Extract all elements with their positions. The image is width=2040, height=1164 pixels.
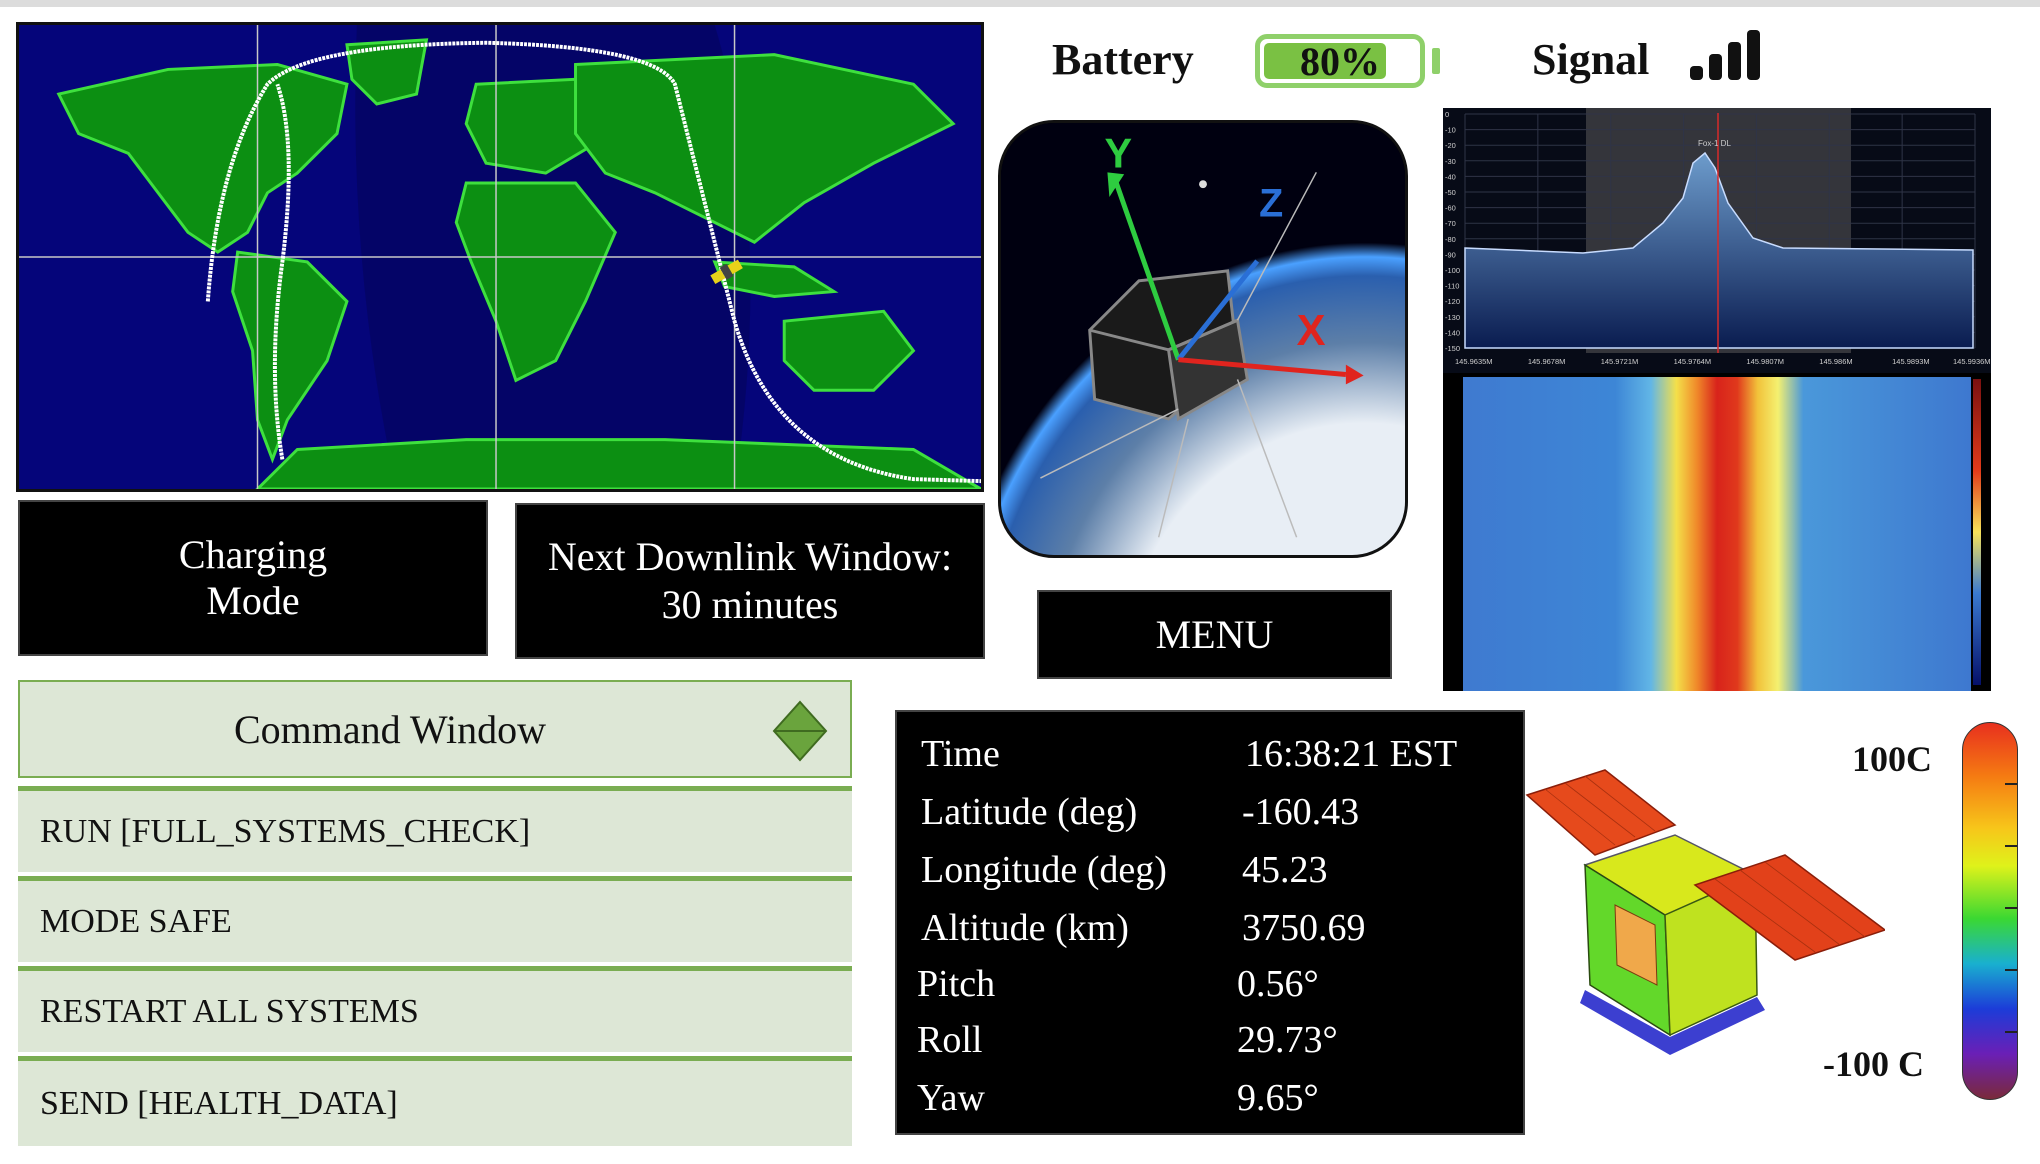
spectrum-x-tick: 145.9893M <box>1892 357 1930 366</box>
thermal-min-label: -100 C <box>1823 1044 1924 1084</box>
signal-bar <box>1709 54 1722 80</box>
axis-y-label: Y <box>1104 130 1132 176</box>
spectrum-x-tick: 145.9764M <box>1674 357 1712 366</box>
cubesat-attitude-graphic: Y Z X <box>1001 123 1405 555</box>
mode-line-2: Mode <box>206 578 300 623</box>
spectrum-y-tick: -150 <box>1445 344 1460 353</box>
signal-bar <box>1728 42 1741 80</box>
signal-label: Signal <box>1532 35 1650 84</box>
spectrum-y-tick: -130 <box>1445 313 1460 322</box>
downlink-line-1: Next Downlink Window: <box>547 534 953 579</box>
spectrum-y-tick: -20 <box>1445 141 1456 150</box>
signal-strength-icon <box>1690 30 1760 80</box>
menu-button[interactable]: MENU <box>1037 590 1392 679</box>
spectrum-y-tick: -140 <box>1445 328 1460 337</box>
command-item-restart-all-systems[interactable]: RESTART ALL SYSTEMS <box>18 966 852 1052</box>
telemetry-label-time: Time <box>921 733 1000 775</box>
spectrum-x-tick: 145.986M <box>1819 357 1852 366</box>
spectrum-y-tick: -90 <box>1445 250 1456 259</box>
mode-status-panel: Charging Mode <box>18 500 488 656</box>
telemetry-value-pitch: 0.56° <box>1237 963 1319 1005</box>
telemetry-label-longitude: Longitude (deg) <box>921 849 1167 891</box>
spectrum-analyzer: Fox-1 DL 0 -10 -20 -30 -40 -50 -60 -70 -80 -90 -10… <box>1443 108 1991 373</box>
telemetry-label-roll: Roll <box>917 1019 983 1061</box>
downlink-panel: Next Downlink Window: 30 minutes <box>515 503 985 659</box>
spectrum-y-tick: -30 <box>1445 157 1456 166</box>
signal-bar <box>1747 30 1760 80</box>
command-window-title: Command Window <box>233 706 547 752</box>
downlink-line-2: 30 minutes <box>661 582 839 627</box>
spectrum-y-tick: -120 <box>1445 297 1460 306</box>
thermal-model <box>1525 755 1885 1055</box>
spectrum-x-tick: 145.9678M <box>1528 357 1566 366</box>
command-item-send-health-data[interactable]: SEND [HEALTH_DATA] <box>18 1056 852 1146</box>
spectrum-y-tick: -70 <box>1445 219 1456 228</box>
expand-collapse-icon[interactable] <box>772 700 828 762</box>
spectrum-x-tick: 145.9936M <box>1953 357 1991 366</box>
spectrum-x-tick: 145.9635M <box>1455 357 1493 366</box>
waterfall-display <box>1443 373 1991 691</box>
telemetry-value-yaw: 9.65° <box>1237 1077 1319 1119</box>
telemetry-panel: Time 16:38:21 EST Latitude (deg) -160.43… <box>895 710 1525 1135</box>
telemetry-value-time: 16:38:21 EST <box>1245 733 1458 775</box>
signal-name-label: Fox-1 DL <box>1698 139 1731 148</box>
axis-x-label: X <box>1297 307 1326 355</box>
world-map-graphic <box>19 25 981 489</box>
spectrum-y-tick: -60 <box>1445 204 1456 213</box>
spectrum-y-tick: -100 <box>1445 266 1460 275</box>
battery-label: Battery <box>1052 35 1194 84</box>
axis-z-label: Z <box>1259 182 1283 226</box>
thermal-max-label: 100C <box>1852 739 1932 779</box>
battery-percent: 80% <box>1300 38 1380 84</box>
telemetry-value-longitude: 45.23 <box>1242 849 1328 891</box>
telemetry-value-latitude: -160.43 <box>1242 791 1360 833</box>
command-item-mode-safe[interactable]: MODE SAFE <box>18 876 852 962</box>
attitude-view: Y Z X <box>998 120 1408 558</box>
spectrum-y-tick: -110 <box>1445 282 1459 291</box>
telemetry-label-latitude: Latitude (deg) <box>921 791 1138 833</box>
telemetry-label-altitude: Altitude (km) <box>921 907 1129 949</box>
thermal-color-scale <box>1962 722 2018 1100</box>
battery-indicator: 80% <box>1255 34 1425 88</box>
top-border <box>0 0 2040 7</box>
spectrum-x-tick: 145.9721M <box>1601 357 1639 366</box>
spectrum-y-tick: -10 <box>1445 126 1456 135</box>
command-item-full-systems-check[interactable]: RUN [FULL_SYSTEMS_CHECK] <box>18 786 852 872</box>
command-window-header: Command Window <box>18 680 852 778</box>
spectrum-y-tick: 0 <box>1445 110 1449 119</box>
waterfall-graphic <box>1463 377 1981 691</box>
ground-track-map[interactable] <box>16 22 984 492</box>
spectrum-y-tick: -80 <box>1445 235 1456 244</box>
telemetry-label-yaw: Yaw <box>917 1077 985 1119</box>
signal-bar <box>1690 66 1703 80</box>
mode-line-1: Charging <box>178 532 328 577</box>
battery-tip <box>1432 48 1440 74</box>
telemetry-label-pitch: Pitch <box>917 963 996 1005</box>
thermal-satellite-graphic <box>1525 769 1885 1055</box>
telemetry-value-altitude: 3750.69 <box>1242 907 1366 949</box>
spectrum-plot: Fox-1 DL 0 -10 -20 -30 -40 -50 -60 -70 -80 -90 -10… <box>1443 108 1991 373</box>
spectrum-x-tick: 145.9807M <box>1746 357 1784 366</box>
spectrum-y-tick: -50 <box>1445 188 1456 197</box>
telemetry-value-roll: 29.73° <box>1237 1019 1338 1061</box>
spectrum-y-tick: -40 <box>1445 172 1456 181</box>
